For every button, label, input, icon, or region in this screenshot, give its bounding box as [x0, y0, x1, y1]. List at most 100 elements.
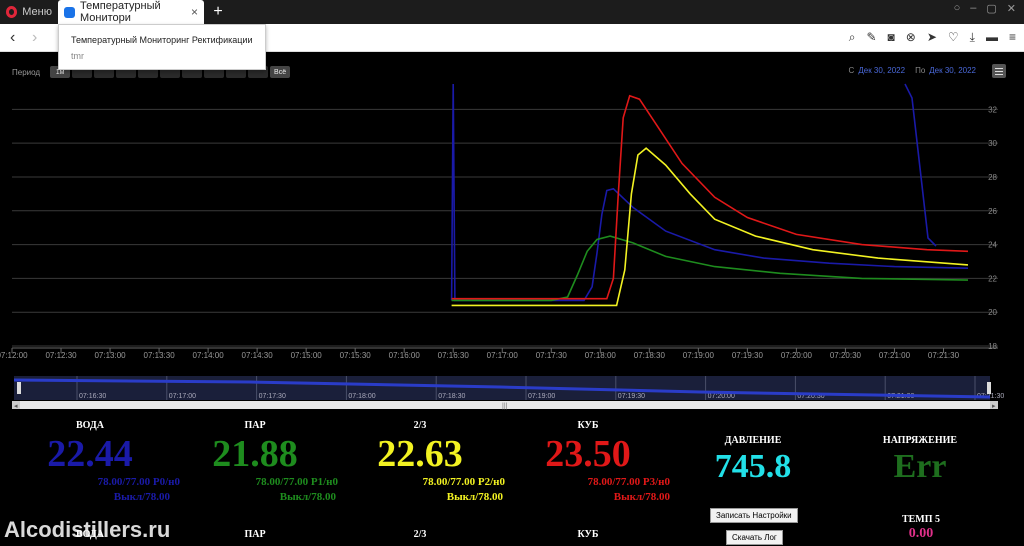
navigator-left-handle[interactable] [17, 382, 21, 394]
series-line-3 [451, 147, 969, 307]
new-tab-button[interactable]: + [208, 0, 228, 24]
x-tick-label: 07:16:00 [389, 351, 421, 360]
series-line-0-tail [904, 83, 937, 247]
browser-menu-icon[interactable]: ≡ [1009, 30, 1016, 45]
y-tick-label: 22 [988, 274, 997, 283]
par-state: Выкл/78.00 [279, 491, 336, 503]
voda-label: ВОДА [75, 420, 105, 431]
to-date-input[interactable]: Дек 30, 2022 [929, 66, 976, 75]
temperature-chart[interactable]: 18 20 22 24 26 28 30 32 07:12:00 07:12:30 07:13:0… [0, 78, 1010, 368]
x-tick-label: 07:16:30 [438, 351, 470, 360]
window-controls: ○ – ▢ ✕ [954, 2, 1016, 15]
x-tick-label: 07:13:00 [94, 351, 126, 360]
from-date-input[interactable]: Дек 30, 2022 [858, 66, 905, 75]
y-tick-label: 24 [988, 241, 997, 250]
two-three-label: 2/3 [413, 420, 427, 431]
navigator-tick-label: 07:20:00 [708, 393, 735, 400]
x-tick-label: 07:17:30 [536, 351, 568, 360]
two-three-label-row2: 2/3 [413, 529, 427, 540]
battery-icon[interactable]: ▬ [986, 30, 998, 45]
par-label-row2: ПАР [244, 529, 266, 540]
x-tick-label: 07:17:00 [487, 351, 519, 360]
heart-icon[interactable]: ♡ [948, 30, 959, 45]
x-tick-label: 07:14:30 [242, 351, 274, 360]
x-tick-label: 07:18:00 [585, 351, 617, 360]
camera-icon[interactable]: ◙ [888, 30, 895, 45]
range-navigator[interactable]: 07:16:30 07:17:00 07:17:30 07:18:00 07:18:30… [0, 376, 1010, 412]
from-label: С [848, 66, 855, 75]
y-tick-label: 32 [988, 105, 997, 114]
scroll-right-icon[interactable]: ▸ [992, 403, 996, 410]
download-log-button[interactable]: Скачать Лог [726, 530, 783, 545]
scrollbar-grip-icon[interactable]: ||| [502, 403, 508, 410]
tab-active[interactable]: Температурный Монитори × [58, 0, 204, 24]
x-tick-label: 07:21:00 [879, 351, 911, 360]
pressure-label: ДАВЛЕНИЕ [724, 435, 782, 446]
search-tabs-icon[interactable]: ○ [954, 2, 961, 15]
tab-tooltip: Температурный Мониторинг Ректификации tm… [58, 24, 266, 70]
navigator-right-handle[interactable] [987, 382, 991, 394]
chart-menu-icon[interactable] [992, 64, 1006, 78]
favicon-icon [64, 6, 75, 18]
navigator-tick-label: 07:17:30 [259, 393, 286, 400]
x-tick-label: 07:20:30 [830, 351, 862, 360]
y-tick-label: 20 [988, 308, 997, 317]
tab-title: Температурный Монитори [80, 0, 161, 24]
tab-close-icon[interactable]: × [191, 5, 198, 19]
block-icon[interactable]: ⊗ [906, 30, 916, 45]
tooltip-title: Температурный Мониторинг Ректификации [71, 35, 253, 45]
x-tick-label: 07:15:30 [340, 351, 372, 360]
edit-icon[interactable]: ✎ [866, 30, 876, 45]
kub-value: 23.50 [545, 433, 631, 475]
maximize-icon[interactable]: ▢ [986, 2, 996, 15]
date-range: С Дек 30, 2022 По Дек 30, 2022 [849, 66, 976, 75]
voda-setpoint: 78.00/77.00 Р0/н0 [97, 476, 180, 488]
par-label: ПАР [244, 420, 266, 431]
two-three-setpoint: 78.00/77.00 Р2/н0 [422, 476, 505, 488]
x-tick-label: 07:19:30 [732, 351, 764, 360]
download-icon[interactable]: ⤓ [970, 30, 975, 45]
to-label: По [915, 66, 926, 75]
two-three-state: Выкл/78.00 [446, 491, 503, 503]
voltage-value: Err [893, 448, 947, 485]
temp5-label: ТЕМП 5 [901, 514, 941, 525]
x-tick-label: 07:21:30 [928, 351, 960, 360]
two-three-value: 22.63 [377, 433, 463, 475]
par-setpoint: 78.00/77.00 Р1/н0 [255, 476, 338, 488]
y-tick-label: 28 [988, 173, 997, 182]
send-icon[interactable]: ➤ [927, 30, 937, 45]
close-window-icon[interactable]: ✕ [1007, 2, 1016, 15]
x-tick-label: 07:20:00 [781, 351, 813, 360]
y-tick-label: 30 [988, 139, 997, 148]
navigator-tick-label: 07:16:30 [79, 393, 106, 400]
voda-state: Выкл/78.00 [113, 491, 170, 503]
x-tick-label: 07:18:30 [634, 351, 666, 360]
navigator-tick-label: 07:18:30 [438, 393, 465, 400]
kub-label-row2: КУБ [577, 529, 599, 540]
par-value: 21.88 [212, 433, 298, 475]
x-tick-label: 07:12:30 [45, 351, 77, 360]
series-line-1 [451, 235, 969, 302]
save-settings-button[interactable]: Записать Настройки [710, 508, 798, 523]
kub-setpoint: 78.00/77.00 Р3/н0 [587, 476, 670, 488]
navigator-tick-label: 07:17:00 [169, 393, 196, 400]
kub-label: КУБ [577, 420, 599, 431]
temp5-value: 0.00 [908, 526, 934, 541]
navigator-tick-label: 07:18:00 [348, 393, 375, 400]
search-icon[interactable]: ⌕ [849, 30, 856, 45]
browser-tab-bar: Меню Температурный Монитори × + ○ – ▢ ✕ [0, 0, 1024, 24]
back-icon[interactable]: ‹ [10, 29, 15, 47]
minimize-icon[interactable]: – [970, 2, 976, 15]
address-tools: ⌕ ✎ ◙ ⊗ ➤ ♡ ⤓ ▬ ≡ [849, 30, 1016, 45]
scroll-left-icon[interactable]: ◂ [14, 403, 18, 410]
y-tick-label: 18 [988, 342, 997, 351]
x-tick-label: 07:14:00 [193, 351, 225, 360]
watermark: Alcodistillers.ru [4, 517, 171, 542]
browser-menu-button[interactable]: Меню [0, 0, 52, 24]
voltage-label: НАПРЯЖЕНИЕ [882, 435, 958, 446]
y-tick-label: 26 [988, 207, 997, 216]
forward-icon[interactable]: › [32, 29, 37, 47]
period-label: Период [12, 67, 41, 77]
period-all-button[interactable]: Всё [270, 66, 291, 78]
x-tick-label: 07:12:00 [0, 351, 28, 360]
